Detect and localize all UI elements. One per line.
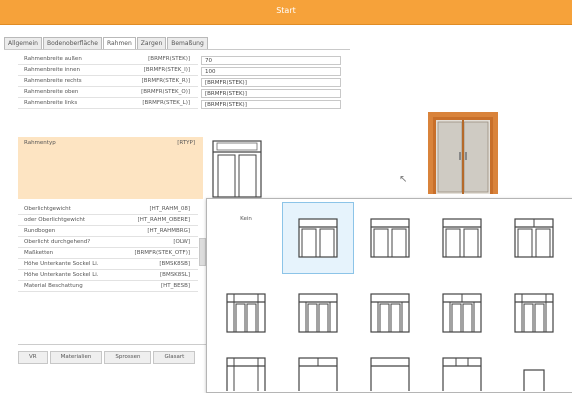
rahmentyp-code: [RTYP] — [177, 140, 195, 146]
property-row[interactable]: Rahmenbreite links [BRMFR(STEK_L)] — [18, 99, 198, 109]
property-code: [BMSK8SB] — [159, 261, 190, 267]
none-label: Kein — [240, 216, 252, 222]
frame-option[interactable] — [498, 202, 570, 274]
frame-option[interactable] — [282, 277, 354, 349]
frame-option[interactable] — [498, 351, 570, 391]
rahmenbreite-links-field[interactable]: [BRMFR(STEK)] — [201, 100, 341, 109]
property-code: [BRMFR(STEK_R)] — [141, 78, 190, 84]
property-label: Rahmenbreite rechts — [24, 78, 82, 84]
mouse-cursor-icon: ↖ — [399, 174, 408, 185]
property-label: Rundbogen — [24, 228, 56, 234]
frame-option[interactable] — [426, 202, 498, 274]
title-bar: Start — [0, 0, 572, 25]
property-code: [BRMFR(STEK_O)] — [141, 89, 190, 95]
property-row[interactable]: Rahmenbreite außen [BRMFR(STEK)] — [18, 55, 198, 65]
tab-bemassung[interactable]: Bemaßung — [167, 37, 208, 49]
frame-option[interactable] — [210, 351, 282, 391]
property-code: [HT_RAHMBRG] — [147, 228, 190, 234]
property-row[interactable]: Rundbogen [HT_RAHMBRG] — [18, 227, 198, 237]
property-code: [HT_RAHM_08] — [149, 206, 190, 212]
property-code: [BRMFR(STEK_OTF)] — [134, 250, 190, 256]
frame-option[interactable] — [282, 351, 354, 391]
frame-option[interactable] — [210, 277, 282, 349]
rahmenbreite-oben-field[interactable]: [BRMFR(STEK)] — [201, 89, 341, 98]
frame-option-selected[interactable] — [282, 202, 354, 274]
rahmenbreite-innen-field[interactable]: 100 — [201, 67, 341, 76]
rahmenbreite-aussen-field[interactable]: 70 — [201, 56, 341, 65]
tab-glasart[interactable]: Glasart — [153, 351, 196, 364]
property-row[interactable]: oder Oberlichtgewicht [HT_RAHM_OBERE] — [18, 216, 198, 226]
property-code: [OLW] — [173, 239, 190, 245]
property-row[interactable]: Höhe Unterkante Sockel Li. [BMSK8SB] — [18, 260, 198, 270]
property-code: [BMSK8SL] — [160, 272, 190, 278]
tab-vr[interactable]: VR — [18, 351, 48, 364]
property-label: Rahmenbreite links — [24, 100, 78, 106]
tab-materialien[interactable]: Materialien — [49, 351, 103, 364]
bottom-tab-bar: VR Materialien Sprossen Glasart — [18, 351, 197, 364]
property-row[interactable]: Oberlichtgewicht [HT_RAHM_08] — [18, 205, 198, 215]
property-code: [HT_BESB] — [160, 283, 190, 289]
tab-allgemein[interactable]: Allgemein — [4, 37, 42, 49]
property-label: Material Beschattung — [24, 283, 83, 289]
property-label: oder Oberlichtgewicht — [24, 217, 86, 223]
frame-option[interactable] — [498, 277, 570, 349]
property-code: [BRMFR(STEK)] — [148, 56, 190, 62]
property-row[interactable]: Rahmenbreite innen [BRMFR(STEK_I)] — [18, 66, 198, 76]
frame-option[interactable] — [354, 277, 426, 349]
property-code: [HT_RAHM_OBERE] — [137, 217, 190, 223]
tab-divider — [4, 49, 350, 50]
frame-option[interactable] — [426, 351, 498, 391]
rahmentyp-preview[interactable] — [212, 140, 262, 198]
rahmentyp-row[interactable]: Rahmentyp [RTYP] — [18, 137, 203, 199]
rahmentyp-dropdown: Kein — [206, 198, 572, 393]
property-label: Rahmenbreite außen — [24, 56, 82, 62]
property-label: Oberlichtgewicht — [24, 206, 71, 212]
property-label: Rahmenbreite innen — [24, 67, 80, 73]
frame-option[interactable] — [354, 202, 426, 274]
property-row[interactable]: Maßketten [BRMFR(STEK_OTF)] — [18, 249, 198, 259]
property-row[interactable]: Rahmenbreite oben [BRMFR(STEK_O)] — [18, 88, 198, 98]
property-code: [BRMFR(STEK_L)] — [142, 100, 190, 106]
property-row[interactable]: Höhe Unterkante Sockel Li. [BMSK8SL] — [18, 271, 198, 281]
property-label: Höhe Unterkante Sockel Li. — [24, 272, 99, 278]
property-label: Rahmenbreite oben — [24, 89, 79, 95]
property-row[interactable]: Rahmenbreite rechts [BRMFR(STEK_R)] — [18, 77, 198, 87]
rahmentyp-label: Rahmentyp — [24, 140, 56, 146]
property-code: [BRMFR(STEK_I)] — [143, 67, 190, 73]
tab-sprossen[interactable]: Sprossen — [104, 351, 152, 364]
property-row[interactable]: Oberlicht durchgehend? [OLW] — [18, 238, 198, 248]
frame-option-none[interactable]: Kein — [210, 202, 282, 274]
door-3d-preview — [425, 108, 501, 194]
tab-bodenoberflaeche[interactable]: Bodenoberfläche — [42, 37, 102, 49]
frame-option[interactable] — [354, 351, 426, 391]
property-label: Höhe Unterkante Sockel Li. — [24, 261, 99, 267]
property-row[interactable]: Material Beschattung [HT_BESB] — [18, 282, 198, 292]
property-label: Maßketten — [24, 250, 54, 256]
window-title: Start — [276, 6, 296, 15]
tab-bar: Allgemein Bodenoberfläche Rahmen Zargen … — [4, 37, 209, 50]
frame-option[interactable] — [426, 277, 498, 349]
scrollbar[interactable] — [199, 238, 206, 266]
bottom-divider — [18, 344, 208, 345]
rahmenbreite-rechts-field[interactable]: [BRMFR(STEK)] — [201, 78, 341, 87]
property-label: Oberlicht durchgehend? — [24, 239, 91, 245]
tab-zargen[interactable]: Zargen — [136, 37, 167, 49]
